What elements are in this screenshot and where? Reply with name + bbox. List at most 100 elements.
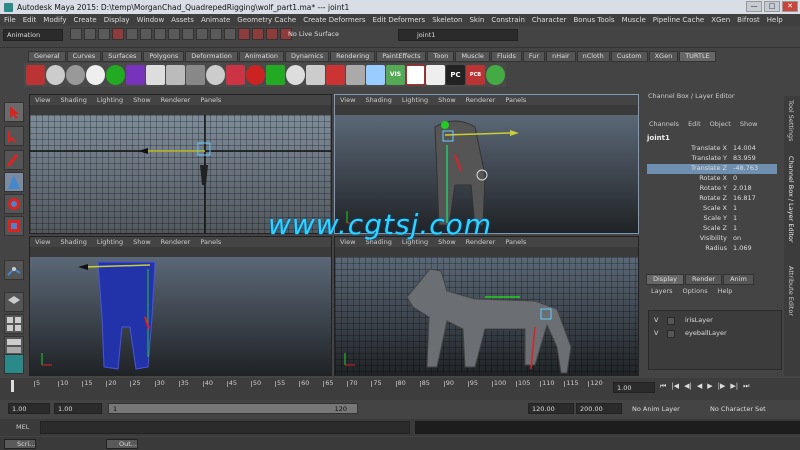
cube-layout-icon[interactable] bbox=[4, 292, 24, 312]
layer-tab-display[interactable]: Display bbox=[646, 274, 684, 285]
viewport-toolbar[interactable] bbox=[30, 247, 331, 257]
channel-box-menu-channels[interactable]: Channels bbox=[649, 120, 679, 128]
snap-curve-icon[interactable] bbox=[252, 28, 264, 40]
menu-display[interactable]: Display bbox=[104, 16, 130, 24]
channel-label[interactable]: Visibility bbox=[700, 234, 727, 242]
menu-create-deformers[interactable]: Create Deformers bbox=[303, 16, 365, 24]
shelf-tab-dynamics[interactable]: Dynamics bbox=[285, 51, 330, 62]
paint-select-icon[interactable] bbox=[4, 150, 24, 170]
viewport-menu-panels[interactable]: Panels bbox=[200, 96, 221, 104]
playback-end-field[interactable]: 120.00 bbox=[528, 403, 574, 414]
channel-row[interactable]: Rotate Z 16.817 bbox=[647, 194, 777, 204]
surface-icon[interactable] bbox=[166, 65, 185, 85]
shelf-tab-surfaces[interactable]: Surfaces bbox=[102, 51, 143, 62]
menu-edit[interactable]: Edit bbox=[23, 16, 37, 24]
menu-file[interactable]: File bbox=[4, 16, 16, 24]
menu-constrain[interactable]: Constrain bbox=[491, 16, 525, 24]
mask-joint-icon[interactable] bbox=[154, 28, 166, 40]
bake-icon[interactable] bbox=[146, 65, 165, 85]
viewport-menu-shading[interactable]: Shading bbox=[60, 96, 86, 104]
select-hierarchy-icon[interactable] bbox=[112, 28, 124, 40]
shelf-tab-nhair[interactable]: nHair bbox=[546, 51, 576, 62]
channel-row[interactable]: Radius 1.069 bbox=[647, 244, 777, 254]
viewport-canvas[interactable] bbox=[335, 257, 638, 375]
menu-bonus-tools[interactable]: Bonus Tools bbox=[573, 16, 614, 24]
layer-row[interactable]: V eyeballLayer bbox=[651, 329, 779, 340]
viewport-toolbar[interactable] bbox=[335, 105, 638, 115]
mask-surface-icon[interactable] bbox=[182, 28, 194, 40]
viewport-menu-view[interactable]: View bbox=[35, 96, 50, 104]
disable-icon[interactable] bbox=[406, 65, 425, 85]
menu-skin[interactable]: Skin bbox=[469, 16, 484, 24]
channel-row[interactable]: Rotate X 0 bbox=[647, 174, 777, 184]
channel-label[interactable]: Scale X bbox=[703, 204, 727, 212]
menu-character[interactable]: Character bbox=[532, 16, 567, 24]
cloud-icon[interactable] bbox=[306, 65, 325, 85]
menu-skeleton[interactable]: Skeleton bbox=[432, 16, 462, 24]
menu-assets[interactable]: Assets bbox=[171, 16, 194, 24]
menu-window[interactable]: Window bbox=[137, 16, 165, 24]
channel-value[interactable]: 1 bbox=[733, 224, 737, 232]
viewport-menu-shading[interactable]: Shading bbox=[60, 238, 86, 246]
checker-icon[interactable] bbox=[126, 65, 145, 85]
viewport-menu-shading[interactable]: Shading bbox=[365, 96, 391, 104]
layer-tab-anim[interactable]: Anim bbox=[723, 274, 754, 285]
shader-ball-green-icon[interactable] bbox=[106, 65, 125, 85]
viewport-menu-panels[interactable]: Panels bbox=[505, 238, 526, 246]
viewport-menu-show[interactable]: Show bbox=[133, 96, 151, 104]
play-back-icon[interactable]: ◀ bbox=[697, 382, 702, 391]
current-frame-field[interactable]: 1.00 bbox=[613, 382, 655, 393]
lasso-tool-icon[interactable] bbox=[4, 126, 24, 146]
viewport-toolbar[interactable] bbox=[335, 247, 638, 257]
layer-menu-help[interactable]: Help bbox=[718, 287, 733, 295]
viewport-menu-view[interactable]: View bbox=[35, 238, 50, 246]
select-component-icon[interactable] bbox=[140, 28, 152, 40]
anim-layer-dropdown[interactable]: No Anim Layer bbox=[632, 405, 680, 413]
mask-deform-icon[interactable] bbox=[196, 28, 208, 40]
menu-edit-deformers[interactable]: Edit Deformers bbox=[373, 16, 426, 24]
channel-label[interactable]: Scale Y bbox=[703, 214, 727, 222]
menu-xgen[interactable]: XGen bbox=[711, 16, 730, 24]
channel-row[interactable]: Translate X 14.004 bbox=[647, 144, 777, 154]
step-back-key-icon[interactable]: |◀ bbox=[671, 382, 679, 391]
snap-point-icon[interactable] bbox=[266, 28, 278, 40]
menu-set-dropdown[interactable]: Animation bbox=[3, 29, 63, 41]
close-button[interactable]: ✕ bbox=[782, 1, 798, 12]
shelf-tab-xgen[interactable]: XGen bbox=[648, 51, 679, 62]
sphere-icon[interactable] bbox=[46, 65, 65, 85]
bake-map-icon[interactable] bbox=[346, 65, 365, 85]
shelf-tab-animation[interactable]: Animation bbox=[238, 51, 285, 62]
viewport-menu-panels[interactable]: Panels bbox=[505, 96, 526, 104]
menu-geometry-cache[interactable]: Geometry Cache bbox=[237, 16, 296, 24]
pc-icon[interactable]: PC bbox=[446, 65, 465, 85]
channel-row[interactable]: Translate Y 83.959 bbox=[647, 154, 777, 164]
outliner-minimized[interactable]: Out... bbox=[106, 439, 138, 449]
shelf-tab-muscle[interactable]: Muscle bbox=[455, 51, 490, 62]
menu-create[interactable]: Create bbox=[73, 16, 96, 24]
falloff-icon[interactable] bbox=[326, 65, 345, 85]
channel-label[interactable]: Rotate Z bbox=[699, 194, 727, 202]
viewport-menu-lighting[interactable]: Lighting bbox=[97, 238, 123, 246]
step-back-icon[interactable]: ◀| bbox=[684, 382, 692, 391]
shelf-tab-toon[interactable]: Toon bbox=[427, 51, 455, 62]
viewport-bottom-right[interactable]: View Shading Lighting Show Renderer Pane… bbox=[334, 236, 639, 376]
mask-dynamic-icon[interactable] bbox=[210, 28, 222, 40]
shelf-tab-polygons[interactable]: Polygons bbox=[143, 51, 185, 62]
tool-settings-tab[interactable]: Tool Settings bbox=[787, 100, 795, 141]
channel-box-menu-show[interactable]: Show bbox=[740, 120, 758, 128]
channel-value[interactable]: 83.959 bbox=[733, 154, 756, 162]
menu-bifrost[interactable]: Bifrost bbox=[737, 16, 760, 24]
channel-value[interactable]: -48.763 bbox=[733, 164, 758, 172]
step-forward-key-icon[interactable]: ▶| bbox=[730, 382, 738, 391]
script-editor-minimized[interactable]: Scri... bbox=[4, 439, 36, 449]
channel-value[interactable]: 1 bbox=[733, 204, 737, 212]
shader-ball-white-icon[interactable] bbox=[86, 65, 105, 85]
shelf-tab-rendering[interactable]: Rendering bbox=[330, 51, 376, 62]
current-time-marker[interactable] bbox=[11, 380, 14, 392]
channel-row[interactable]: Translate Z -48.763 bbox=[647, 164, 777, 174]
range-slider[interactable]: 1 120 bbox=[108, 403, 358, 414]
channel-value[interactable]: 1 bbox=[733, 214, 737, 222]
menu-animate[interactable]: Animate bbox=[201, 16, 230, 24]
save-scene-icon[interactable] bbox=[98, 28, 110, 40]
mask-curve-icon[interactable] bbox=[168, 28, 180, 40]
